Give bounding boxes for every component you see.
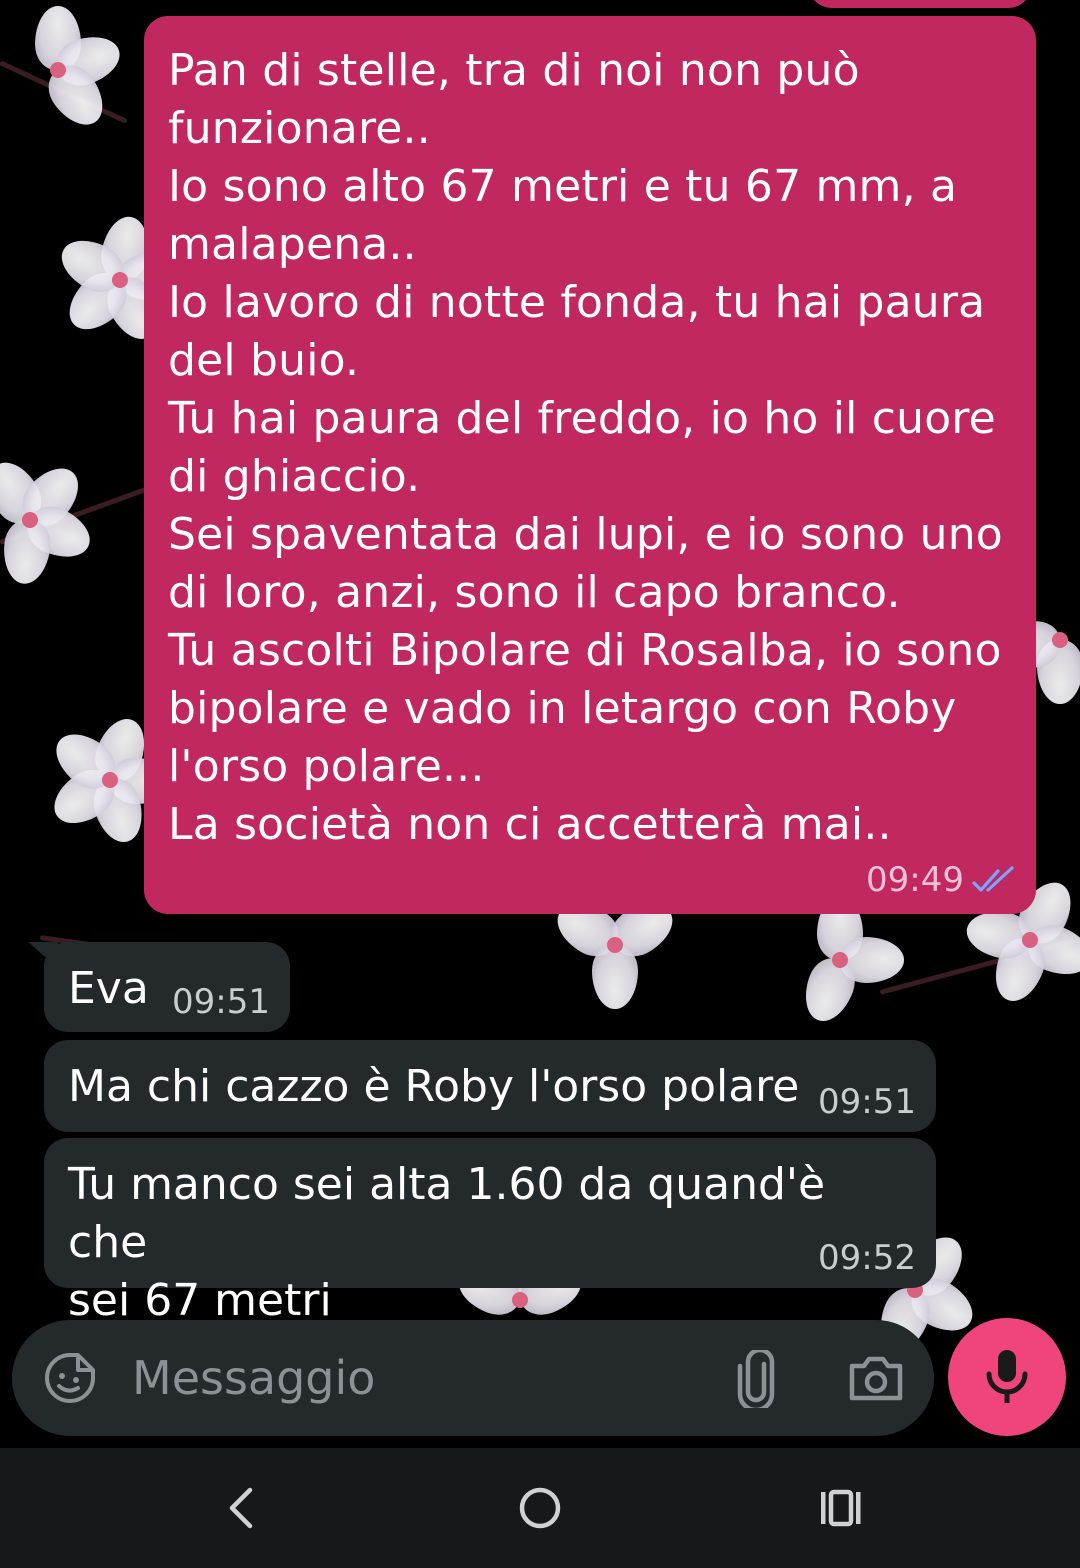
message-input[interactable]: Messaggio [132, 1350, 375, 1406]
incoming-message-bubble[interactable]: Eva 09:51 [44, 942, 290, 1032]
camera-icon[interactable] [848, 1354, 904, 1402]
recents-bars-icon[interactable] [818, 1484, 864, 1532]
message-time: 09:49 [866, 860, 964, 900]
message-time: 09:52 [818, 1238, 916, 1278]
microphone-icon [986, 1350, 1028, 1403]
sticker-emoji-icon[interactable] [44, 1352, 96, 1404]
message-text: Tu manco sei alta 1.60 da quand'è che se… [68, 1159, 826, 1326]
incoming-message-bubble[interactable]: Ma chi cazzo è Roby l'orso polare 09:51 [44, 1040, 936, 1132]
voice-record-button[interactable] [948, 1318, 1066, 1436]
message-time: 09:51 [818, 1082, 916, 1122]
incoming-message-bubble[interactable]: Tu manco sei alta 1.60 da quand'è che se… [44, 1138, 936, 1326]
outgoing-message-bubble[interactable]: Pan di stelle, tra di noi non può funzio… [144, 16, 1036, 914]
message-time: 09:51 [172, 982, 270, 1022]
message-text: Pan di stelle, tra di noi non può funzio… [168, 45, 1003, 850]
message-meta: 09:49 [866, 860, 1016, 900]
system-navigation-bar [0, 1448, 1080, 1568]
previous-message-bubble [808, 0, 1032, 8]
message-composer[interactable]: Messaggio [12, 1320, 934, 1436]
circle-home-icon[interactable] [516, 1484, 564, 1532]
paperclip-icon[interactable] [734, 1350, 778, 1408]
message-text: Ma chi cazzo è Roby l'orso polare [68, 1061, 800, 1112]
chat-screen: Pan di stelle, tra di noi non può funzio… [0, 0, 1080, 1568]
chevron-left-icon[interactable] [222, 1484, 258, 1532]
read-double-check-icon [972, 866, 1014, 892]
